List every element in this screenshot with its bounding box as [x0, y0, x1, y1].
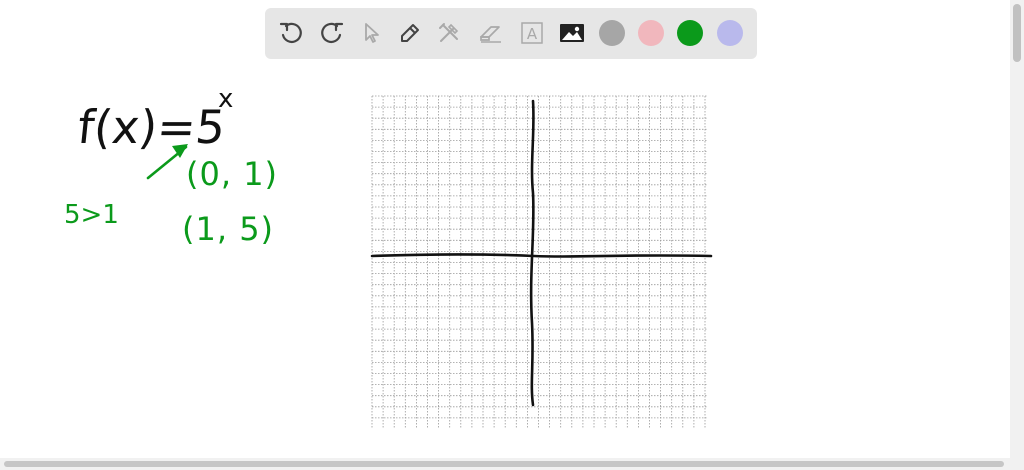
grid-lines [371, 95, 707, 428]
select-pointer-icon [365, 23, 379, 43]
y-axis-stroke [529, 99, 535, 407]
color-swatch-lavender[interactable] [717, 20, 743, 46]
color-swatch-green[interactable] [677, 20, 703, 46]
vertical-scroll-thumb[interactable] [1013, 4, 1021, 62]
point-label-1-5: (1, 5) [182, 210, 275, 248]
redo-icon [321, 22, 344, 44]
eraser-icon [480, 26, 501, 43]
eraser-button[interactable] [474, 16, 508, 50]
horizontal-scrollbar[interactable] [0, 458, 1024, 470]
graph-paper [370, 95, 713, 428]
drawing-toolbar: A [265, 8, 757, 59]
redo-button[interactable] [315, 16, 349, 50]
svg-text:A: A [527, 25, 538, 43]
whiteboard-canvas[interactable]: f(x)=5 x (0, 1) (1, 5) 5>1 [0, 0, 1010, 458]
vertical-scrollbar[interactable] [1010, 0, 1024, 458]
green-arrow-stroke [146, 144, 188, 180]
color-swatch-gray[interactable] [599, 20, 625, 46]
text-box-icon: A [521, 22, 543, 44]
x-axis-stroke [370, 253, 713, 258]
pen-icon [401, 24, 419, 42]
color-swatch-pink[interactable] [638, 20, 664, 46]
image-button[interactable] [555, 16, 589, 50]
tools-icon [439, 23, 459, 42]
tools-button[interactable] [432, 16, 466, 50]
undo-icon [279, 22, 302, 44]
text-button[interactable]: A [515, 16, 549, 50]
undo-button[interactable] [274, 16, 308, 50]
exponent-label: x [218, 84, 234, 114]
comparison-label: 5>1 [64, 200, 119, 230]
image-icon [560, 24, 584, 42]
pen-button[interactable] [393, 16, 427, 50]
horizontal-scroll-thumb[interactable] [4, 461, 1004, 467]
select-button[interactable] [355, 16, 389, 50]
